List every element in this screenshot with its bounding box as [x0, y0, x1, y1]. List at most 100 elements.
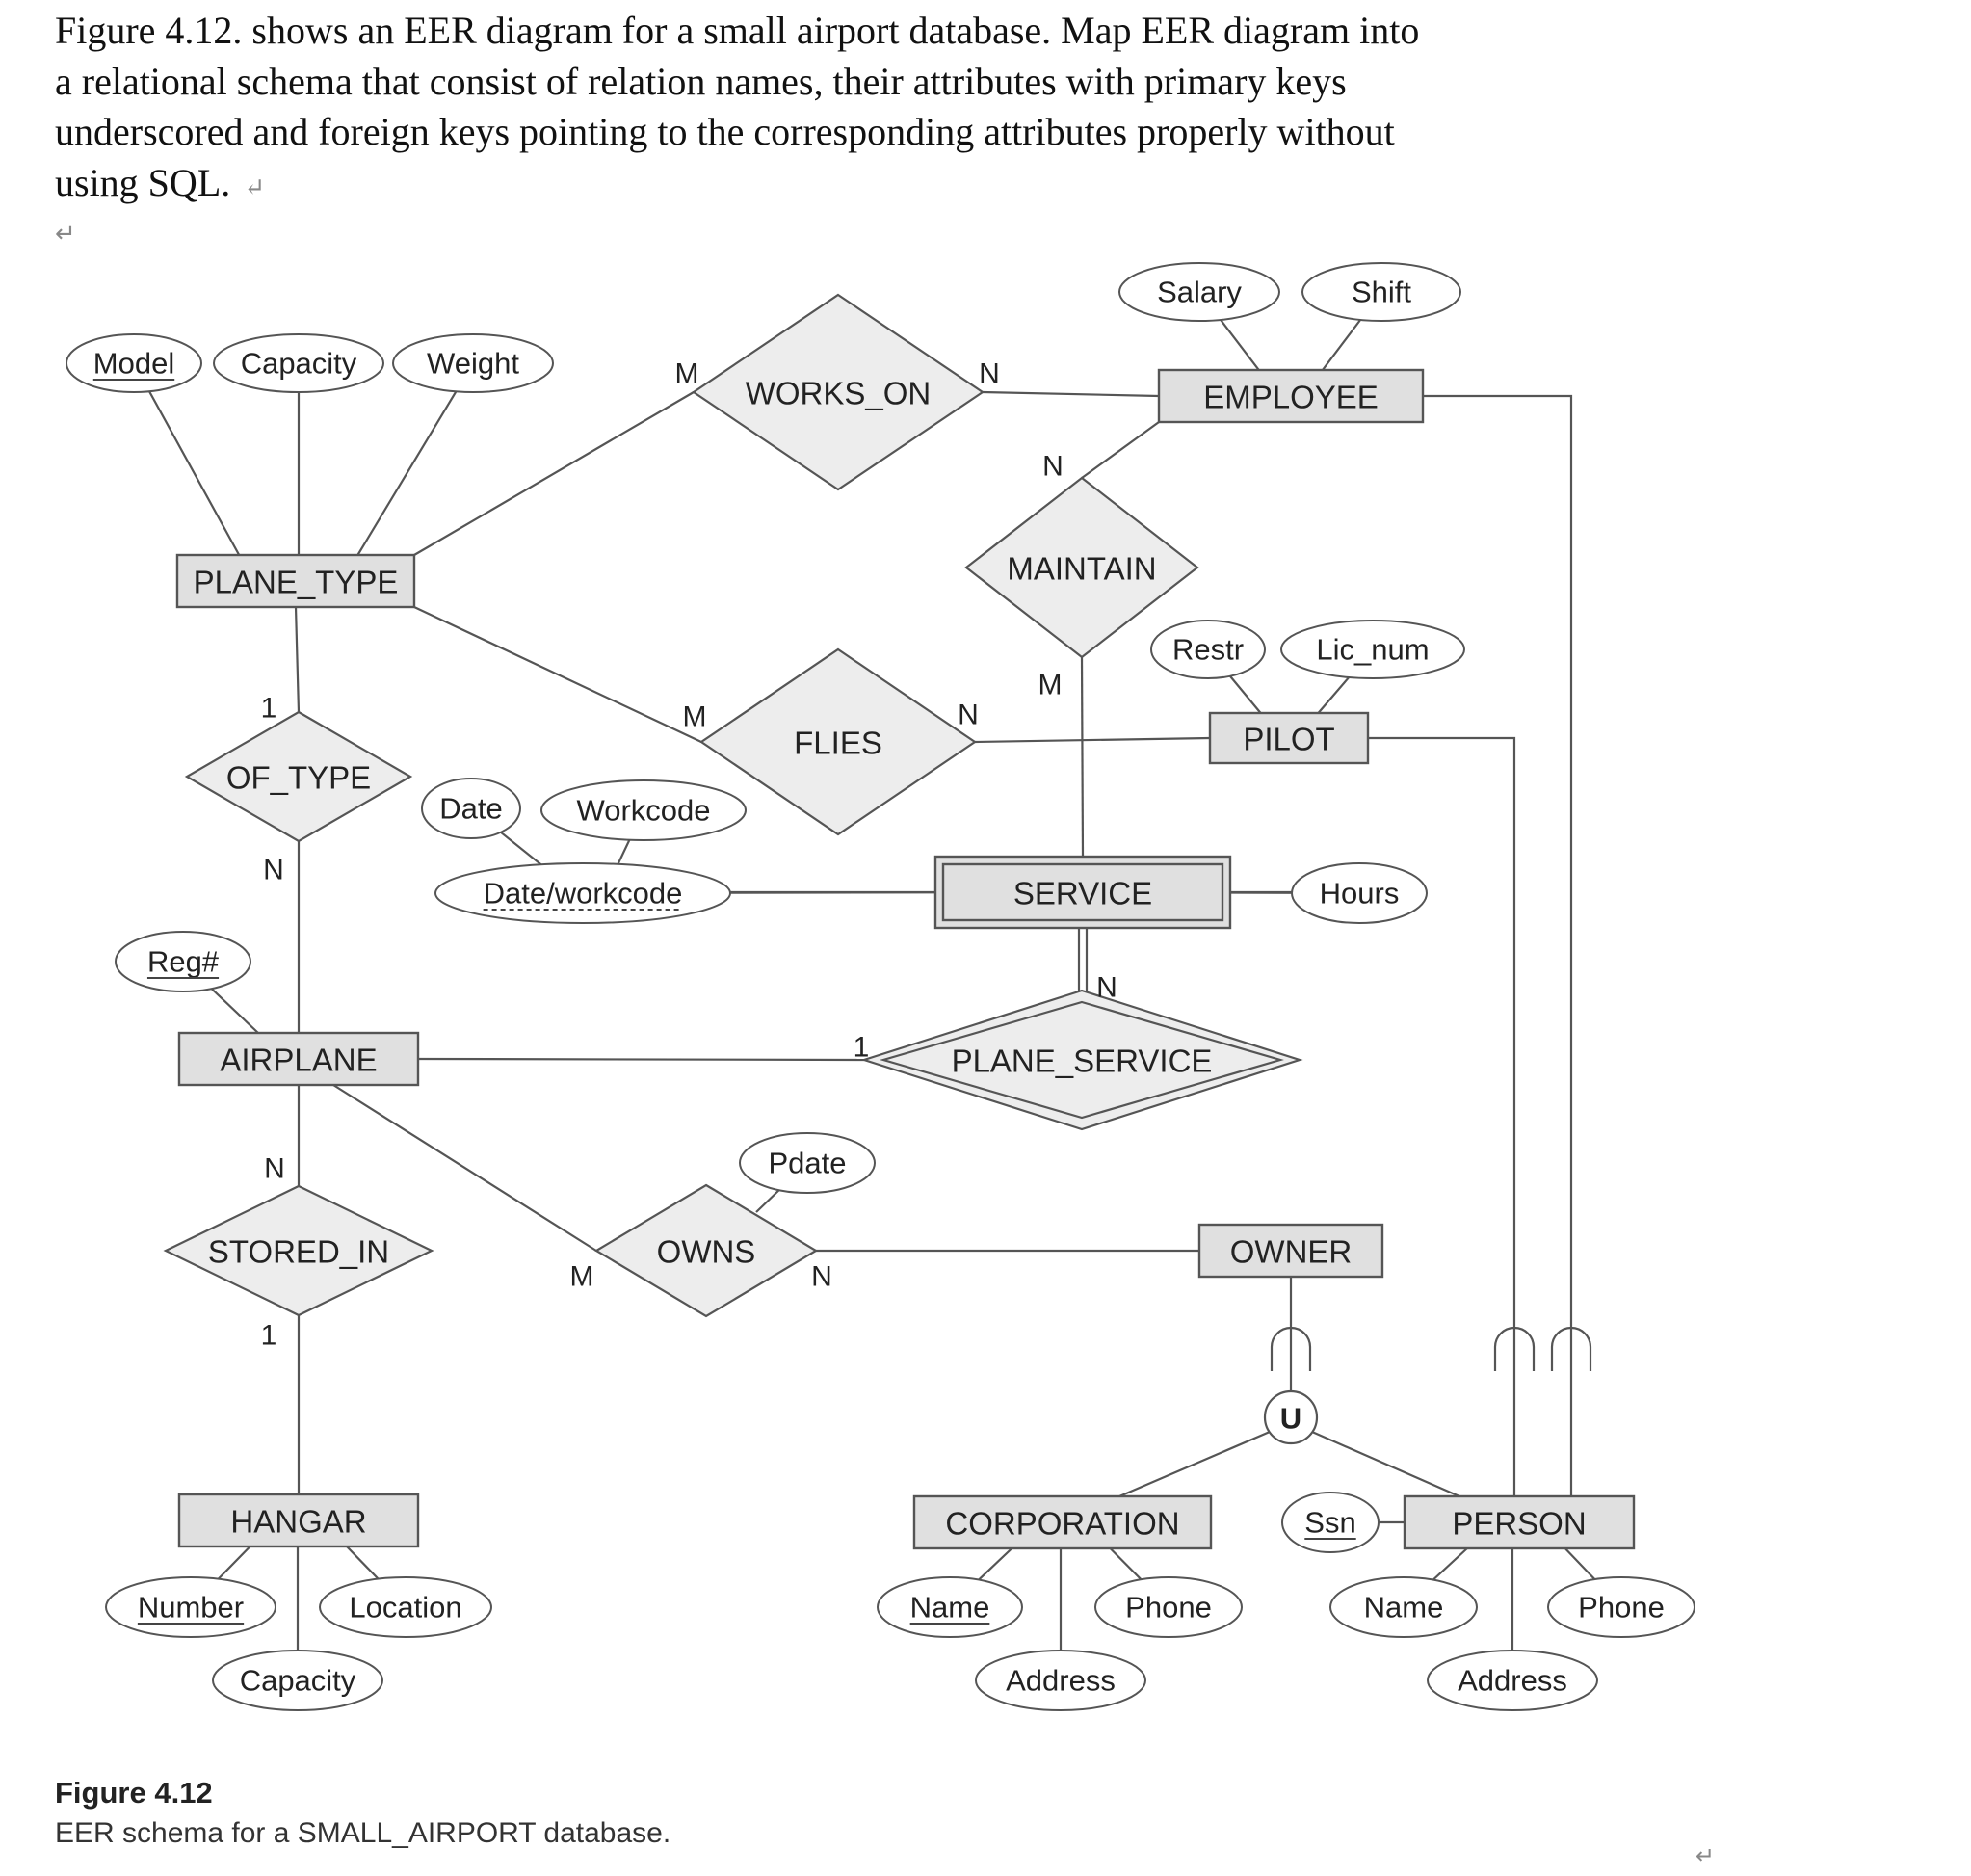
- attribute-label: Location: [349, 1591, 461, 1625]
- union-circle[interactable]: U: [1263, 1389, 1319, 1445]
- entity-label: OWNER: [1230, 1234, 1353, 1270]
- attribute-label: Name: [910, 1591, 990, 1625]
- link-union-person: [1311, 1430, 1460, 1498]
- entity-pilot[interactable]: PILOT: [1208, 711, 1370, 765]
- connector-lines: [133, 291, 1622, 1680]
- entity-person[interactable]: PERSON: [1403, 1494, 1636, 1550]
- attribute-name[interactable]: Name: [877, 1576, 1023, 1638]
- relationship-works-on[interactable]: WORKS_ON: [692, 293, 985, 491]
- entity-label: AIRPLANE: [220, 1043, 377, 1078]
- cardinality-label: N: [979, 358, 1000, 390]
- eer-diagram: PLANE_TYPE EMPLOYEE PILOT SERVICE AIRPLANE OW…: [66, 262, 1695, 1711]
- relationship-label: MAINTAIN: [1007, 551, 1156, 587]
- entity-owner[interactable]: OWNER: [1197, 1223, 1384, 1279]
- relationship-owns[interactable]: OWNS: [593, 1183, 819, 1318]
- figure-caption: Figure 4.12 EER schema for a SMALL_AIRPO…: [55, 1773, 670, 1854]
- entity-plane-type[interactable]: PLANE_TYPE: [175, 553, 416, 609]
- attribute-ssn[interactable]: Ssn: [1281, 1492, 1380, 1553]
- attribute-salary[interactable]: Salary: [1118, 262, 1280, 322]
- attribute-label: Address: [1458, 1664, 1567, 1698]
- attribute-label: Restr: [1172, 633, 1244, 667]
- attribute-capacity[interactable]: Capacity: [213, 333, 384, 393]
- attribute-label: Shift: [1352, 276, 1411, 309]
- attribute-label: Phone: [1578, 1591, 1665, 1625]
- relationship-label: OF_TYPE: [226, 760, 371, 796]
- attribute-label: Ssn: [1304, 1506, 1355, 1540]
- entity-label: CORPORATION: [945, 1506, 1179, 1542]
- relationship-label: FLIES: [794, 726, 882, 761]
- link-plane-type-flies: [413, 606, 702, 743]
- attribute-label: Workcode: [577, 794, 711, 828]
- cardinality-label: 1: [854, 1032, 870, 1064]
- attribute-phone[interactable]: Phone: [1094, 1576, 1243, 1638]
- relationship-stored-in[interactable]: STORED_IN: [163, 1184, 434, 1317]
- cardinality-label: M: [675, 358, 699, 390]
- entity-hangar[interactable]: HANGAR: [177, 1493, 420, 1548]
- relationship-label: OWNS: [657, 1234, 756, 1270]
- relationship-plane-service[interactable]: PLANE_SERVICE: [860, 989, 1303, 1131]
- relationship-of-type[interactable]: OF_TYPE: [184, 710, 413, 843]
- attribute-label: Capacity: [240, 1664, 356, 1698]
- link-works-on-employee: [982, 390, 1160, 398]
- attribute-phone[interactable]: Phone: [1547, 1576, 1695, 1638]
- attribute-shift[interactable]: Shift: [1301, 262, 1461, 322]
- relationship-maintain[interactable]: MAINTAIN: [964, 476, 1199, 659]
- attribute-model[interactable]: Model: [66, 333, 202, 393]
- cardinality-label: 1: [261, 693, 277, 725]
- attribute-label: Number: [138, 1591, 244, 1625]
- attribute-number[interactable]: Number: [105, 1576, 276, 1638]
- cardinality-label: N: [1042, 451, 1064, 483]
- cardinality-label: 1: [261, 1320, 277, 1352]
- attribute-capacity[interactable]: Capacity: [212, 1650, 383, 1711]
- attribute-reg[interactable]: Reg#: [115, 931, 251, 992]
- attribute-name[interactable]: Name: [1329, 1576, 1478, 1638]
- link-maintain-service: [1080, 656, 1085, 858]
- link-employee-person: [1423, 394, 1573, 1496]
- attribute-label: Lic_num: [1316, 633, 1429, 667]
- attribute-date[interactable]: Date: [421, 778, 521, 839]
- entity-label: HANGAR: [230, 1504, 366, 1540]
- link-pilot-person: [1368, 736, 1516, 1496]
- relationship-label: PLANE_SERVICE: [952, 1044, 1213, 1079]
- entity-label: SERVICE: [1013, 876, 1152, 912]
- attribute-label: Capacity: [241, 347, 357, 381]
- union-label: U: [1280, 1402, 1301, 1436]
- attribute-address[interactable]: Address: [1427, 1650, 1598, 1711]
- cardinality-label: N: [958, 700, 979, 731]
- attribute-workcode[interactable]: Workcode: [540, 779, 747, 841]
- attribute-label: Weight: [427, 347, 519, 381]
- link-employee-maintain: [1081, 421, 1160, 479]
- entity-corporation[interactable]: CORPORATION: [912, 1494, 1213, 1550]
- attribute-label: Pdate: [768, 1147, 846, 1180]
- attribute-label: Name: [1364, 1591, 1444, 1625]
- attribute-label: Salary: [1157, 276, 1242, 309]
- entity-label: PLANE_TYPE: [194, 565, 399, 600]
- entity-label: EMPLOYEE: [1203, 380, 1379, 415]
- attribute-weight[interactable]: Weight: [392, 333, 554, 393]
- entity-service[interactable]: SERVICE: [933, 855, 1232, 930]
- entity-label: PILOT: [1243, 722, 1334, 757]
- cardinality-label: M: [683, 701, 707, 733]
- caption-text: EER schema for a SMALL_AIRPORT database.: [55, 1817, 671, 1849]
- entity-employee[interactable]: EMPLOYEE: [1157, 368, 1425, 424]
- attribute-location[interactable]: Location: [319, 1576, 492, 1638]
- link-plane-type-works-on: [413, 391, 695, 556]
- attribute-label: Date: [439, 792, 502, 826]
- caption-title: Figure 4.12: [55, 1776, 213, 1810]
- relationship-label: WORKS_ON: [746, 376, 932, 411]
- attribute-lic-num[interactable]: Lic_num: [1280, 620, 1465, 679]
- cardinality-label: M: [1038, 670, 1063, 701]
- attribute-label: Model: [93, 347, 174, 381]
- link-union-corporation: [1118, 1430, 1271, 1498]
- entity-airplane[interactable]: AIRPLANE: [177, 1031, 420, 1087]
- attribute-date-workcode[interactable]: Date/workcode: [434, 862, 731, 924]
- attribute-label: Address: [1006, 1664, 1116, 1698]
- attribute-label: Date/workcode: [484, 877, 683, 911]
- attribute-address[interactable]: Address: [975, 1650, 1146, 1711]
- attribute-hours[interactable]: Hours: [1291, 862, 1428, 924]
- attribute-pdate[interactable]: Pdate: [739, 1132, 876, 1194]
- attribute-label: Hours: [1320, 877, 1400, 911]
- attribute-restr[interactable]: Restr: [1150, 620, 1266, 679]
- link-plane-type-of-type: [294, 606, 301, 713]
- cardinality-label: N: [263, 855, 284, 886]
